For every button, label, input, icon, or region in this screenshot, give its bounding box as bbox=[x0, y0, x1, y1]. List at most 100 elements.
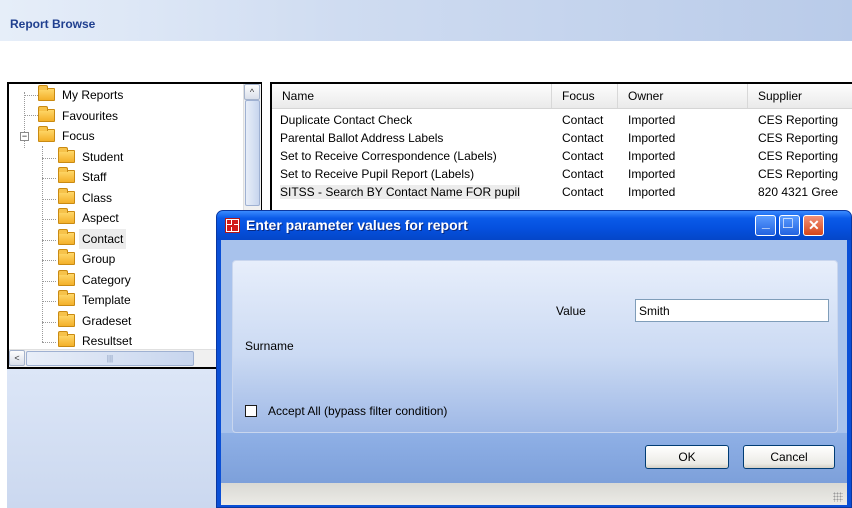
report-row[interactable]: SITSS - Search BY Contact Name FOR pupil… bbox=[272, 184, 852, 201]
tree-line bbox=[42, 260, 56, 261]
tree-item-class[interactable]: Class bbox=[58, 187, 115, 208]
cell-text: Imported bbox=[628, 131, 676, 145]
grip-icon: ||| bbox=[106, 354, 114, 363]
tree-item-favourites[interactable]: Favourites bbox=[38, 105, 121, 126]
folder-icon bbox=[58, 187, 75, 204]
scroll-left-button[interactable]: < bbox=[9, 350, 25, 366]
cell-text: Contact bbox=[562, 167, 604, 181]
report-row[interactable]: Set to Receive Pupil Report (Labels) Cont… bbox=[272, 166, 852, 183]
cell-text: Contact bbox=[562, 185, 604, 199]
report-row[interactable]: Duplicate Contact Check Contact Imported CE… bbox=[272, 112, 852, 129]
cell-focus: Contact bbox=[562, 112, 603, 129]
tree-item-focus[interactable]: Focus bbox=[38, 126, 98, 146]
cell-focus: Contact bbox=[562, 166, 603, 183]
value-input[interactable] bbox=[635, 299, 829, 322]
cancel-button[interactable]: Cancel bbox=[743, 445, 835, 469]
maximize-icon: □ bbox=[783, 215, 793, 232]
cell-text: Contact bbox=[562, 149, 604, 163]
tree-item-category[interactable]: Category bbox=[58, 269, 134, 290]
cell-text: CES Reporting bbox=[758, 131, 839, 145]
cell-text: SITSS - Search BY Contact Name FOR pupil bbox=[280, 185, 520, 199]
tree-item-label: Contact bbox=[79, 228, 127, 249]
tree-line bbox=[42, 198, 56, 200]
cell-supplier: 820 4321 Gree bbox=[758, 184, 838, 201]
tree-item-resultset[interactable]: Resultset bbox=[58, 331, 135, 351]
vertical-scroll-thumb[interactable] bbox=[245, 100, 260, 206]
tree-item-staff[interactable]: Staff bbox=[58, 167, 109, 187]
tree-item-gradeset[interactable]: Gradeset bbox=[58, 310, 134, 331]
list-header: Name Focus Owner Supplier bbox=[272, 84, 852, 109]
folder-icon bbox=[38, 85, 55, 101]
tree-item-aspect[interactable]: Aspect bbox=[58, 208, 122, 228]
cell-text: Contact bbox=[562, 113, 604, 127]
scroll-up-button[interactable]: ^ bbox=[244, 84, 260, 100]
report-row[interactable]: Set to Receive Correspondence (Labels) Co… bbox=[272, 148, 852, 165]
accept-all-label[interactable]: Accept All (bypass filter condition) bbox=[268, 404, 447, 418]
minimize-icon: _ bbox=[762, 214, 770, 230]
folder-icon bbox=[58, 146, 75, 163]
column-header-focus[interactable]: Focus bbox=[552, 84, 618, 108]
tree-line bbox=[42, 342, 56, 343]
minimize-button[interactable]: _ bbox=[755, 214, 776, 236]
page-title: Report Browse bbox=[10, 17, 96, 31]
header-spacer bbox=[0, 42, 852, 82]
tree-line bbox=[42, 239, 56, 241]
resize-grip-icon[interactable] bbox=[833, 492, 843, 502]
column-header-owner[interactable]: Owner bbox=[618, 84, 748, 108]
cell-text: CES Reporting bbox=[758, 113, 839, 127]
cell-text: Imported bbox=[628, 113, 676, 127]
ok-button[interactable]: OK bbox=[645, 445, 729, 469]
folder-icon bbox=[38, 105, 55, 122]
accept-all-checkbox[interactable] bbox=[245, 405, 257, 417]
folder-icon bbox=[58, 228, 75, 245]
tree-item-label: Category bbox=[82, 272, 131, 287]
report-app-icon bbox=[225, 218, 240, 233]
tree-item-student[interactable]: Student bbox=[58, 146, 126, 167]
cell-supplier: CES Reporting bbox=[758, 148, 838, 165]
tree-item-label: Group bbox=[82, 252, 116, 266]
cell-owner: Imported bbox=[628, 130, 675, 147]
column-header-supplier[interactable]: Supplier bbox=[748, 84, 852, 108]
tree-line bbox=[42, 321, 56, 323]
close-button[interactable]: ✕ bbox=[803, 215, 824, 236]
cell-name: Duplicate Contact Check bbox=[280, 112, 412, 129]
tree-item-label: Template bbox=[82, 293, 131, 307]
cell-text: 820 4321 Gree bbox=[758, 185, 839, 199]
tree-line bbox=[42, 157, 56, 159]
cell-focus: Contact bbox=[562, 148, 603, 165]
chevron-left-icon: < bbox=[14, 353, 20, 363]
report-row[interactable]: Parental Ballot Address Labels Contact Imp… bbox=[272, 130, 852, 147]
folder-icon bbox=[58, 331, 75, 347]
tree-item-template[interactable]: Template bbox=[58, 290, 134, 310]
cell-text: CES Reporting bbox=[758, 149, 839, 163]
tree-item-label: Staff bbox=[82, 170, 107, 184]
cell-owner: Imported bbox=[628, 112, 675, 129]
page-header: Report Browse bbox=[0, 0, 852, 42]
tree-line bbox=[24, 115, 38, 116]
cell-owner: Imported bbox=[628, 148, 675, 165]
cell-supplier: CES Reporting bbox=[758, 130, 838, 147]
cell-text: Imported bbox=[628, 185, 676, 199]
tree-item-label: Aspect bbox=[82, 211, 119, 225]
value-label: Value bbox=[556, 304, 586, 318]
cell-text: Set to Receive Correspondence (Labels) bbox=[280, 149, 497, 163]
collapse-toggle-icon[interactable]: − bbox=[20, 132, 29, 141]
tree-horizontal-scrollbar[interactable]: < ||| bbox=[9, 349, 247, 367]
tree-item-group[interactable]: Group bbox=[58, 249, 118, 269]
tree-item-contact[interactable]: Contact bbox=[58, 228, 127, 249]
cell-text: Imported bbox=[628, 167, 676, 181]
column-header-name[interactable]: Name bbox=[272, 84, 552, 108]
tree-item-my reports[interactable]: My Reports bbox=[38, 85, 126, 105]
maximize-button[interactable]: □ bbox=[779, 215, 800, 236]
dialog-titlebar[interactable]: Enter parameter values for report _ □ ✕ bbox=[217, 211, 851, 240]
horizontal-scroll-thumb[interactable]: ||| bbox=[26, 351, 194, 366]
parameter-dialog: Enter parameter values for report _ □ ✕ … bbox=[216, 210, 852, 508]
close-icon: ✕ bbox=[808, 217, 820, 233]
tree-item-label: Gradeset bbox=[82, 313, 132, 328]
tree-line bbox=[42, 280, 56, 282]
parameter-label: Surname bbox=[245, 339, 294, 353]
cell-name: Set to Receive Pupil Report (Labels) bbox=[280, 166, 474, 183]
cell-owner: Imported bbox=[628, 184, 675, 201]
parameter-panel: Value Surname Accept All (bypass filter … bbox=[232, 260, 838, 433]
dialog-title: Enter parameter values for report bbox=[246, 217, 468, 233]
